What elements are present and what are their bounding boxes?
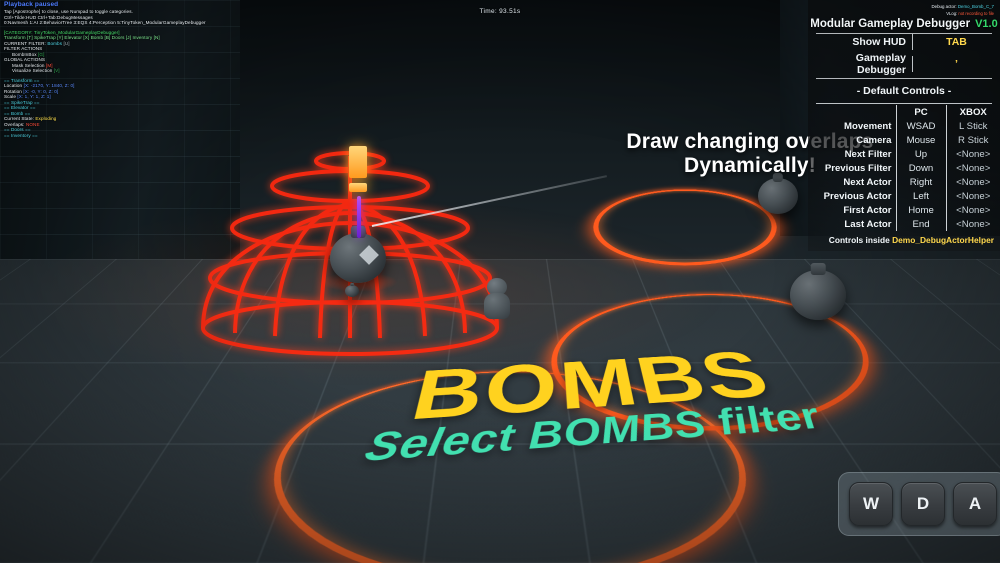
- global-action-1-name: Visualize Selection: [12, 68, 53, 73]
- debugger-info-panel: Debug actor: Demo_Bomb_C_7 VLog: not rec…: [808, 0, 1000, 251]
- row-3-pc: Down: [895, 161, 946, 175]
- bomb-actor-small: [345, 285, 359, 297]
- panel-meta: Debug actor: Demo_Bomb_C_7 VLog: not rec…: [808, 0, 1000, 17]
- table-row: Previous Actor Left <None>: [808, 189, 1000, 203]
- row-7-action: Last Actor: [844, 218, 892, 230]
- table-row: First Actor Home <None>: [808, 203, 1000, 217]
- controls-table: PC XBOX Movement WSAD L Stick Camera Mou…: [808, 105, 1000, 231]
- table-row: Camera Mouse R Stick: [808, 133, 1000, 147]
- game-viewport: BOMBS Select BOMBS filter Draw changing …: [0, 0, 1000, 563]
- panel-title: Modular Gameplay Debugger: [810, 18, 971, 30]
- vlog-value: not recording to file: [958, 10, 994, 16]
- row-2-action: Next Filter: [844, 148, 892, 160]
- controls-divider: [816, 103, 992, 104]
- row-0-pc: WSAD: [895, 119, 946, 133]
- binding-gameplay-debugger-value: ’: [912, 56, 1000, 72]
- bomb-overlaps-value: NONE: [25, 121, 40, 127]
- key-a[interactable]: A: [953, 482, 997, 526]
- table-row: Next Actor Right <None>: [808, 175, 1000, 189]
- controls-table-body: Movement WSAD L Stick Camera Mouse R Sti…: [808, 119, 1000, 231]
- row-1-action: Camera: [856, 134, 892, 146]
- controls-col-pc: PC: [895, 105, 946, 119]
- row-4-xbox: <None>: [945, 175, 1000, 189]
- key-indicator-widget: W D A: [838, 472, 1000, 536]
- global-action-0-key: [M]: [45, 62, 53, 68]
- current-filter-label: CURRENT FILTER:: [4, 40, 46, 46]
- character-body: [484, 293, 510, 319]
- binding-gameplay-debugger[interactable]: Gameplay Debugger ’: [808, 50, 1000, 78]
- table-row: Last Actor End <None>: [808, 217, 1000, 231]
- section-inventory: == Inventory ==: [4, 132, 38, 138]
- panel-footnote: Controls inside Demo_DebugActorHelper: [808, 231, 1000, 245]
- row-0-xbox: L Stick: [945, 119, 1000, 133]
- footnote-prefix: Controls inside: [828, 235, 890, 245]
- row-1-pc: Mouse: [895, 133, 946, 147]
- row-5-xbox: <None>: [945, 189, 1000, 203]
- transform-scale-value: [X: 1, Y: 1, Z: 1]: [17, 94, 51, 99]
- row-2-pc: Up: [895, 147, 946, 161]
- key-d[interactable]: D: [901, 482, 945, 526]
- row-7-pc: End: [895, 217, 946, 231]
- exclamation-icon: [349, 146, 367, 192]
- filter-action-0-key: [G]: [38, 51, 45, 57]
- bomb-overlaps-label: Overlaps:: [4, 121, 25, 127]
- row-6-xbox: <None>: [945, 203, 1000, 217]
- row-1-xbox: R Stick: [945, 133, 1000, 147]
- footnote-target: Demo_DebugActorHelper: [892, 235, 994, 245]
- bomb-state-label: Current State:: [4, 116, 34, 121]
- binding-show-hud-label: Show HUD: [852, 36, 906, 48]
- row-3-action: Previous Filter: [824, 162, 892, 174]
- transform-location-label: Location: [4, 83, 23, 88]
- transform-rotation-label: Rotation: [4, 88, 22, 94]
- key-w[interactable]: W: [849, 482, 893, 526]
- binding-show-hud[interactable]: Show HUD TAB: [808, 34, 1000, 50]
- controls-col-action: [808, 105, 896, 119]
- table-row: Movement WSAD L Stick: [808, 119, 1000, 133]
- panel-version: V1.0: [975, 18, 998, 30]
- global-action-0-name: Mask Selection: [12, 62, 45, 68]
- row-5-pc: Left: [895, 189, 946, 203]
- row-6-action: First Actor: [843, 204, 892, 216]
- global-action-1: Visualize Selection [V]: [0, 68, 240, 74]
- table-row: Next Filter Up <None>: [808, 147, 1000, 161]
- debug-header: Playback paused: [4, 1, 59, 8]
- current-filter-value: Bombs: [47, 40, 63, 46]
- controls-table-head: PC XBOX: [808, 105, 1000, 119]
- player-character: [480, 278, 514, 322]
- transform-location-value: [X: -2170, Y: 1840, Z: 0]: [23, 83, 75, 88]
- transform-rotation-value: [X: -0, Y: 0, Z: 0]: [23, 88, 59, 94]
- transform-scale-label: Scale: [4, 94, 16, 99]
- playback-timer: Time: 93.51s: [479, 8, 521, 15]
- bomb-state-value: Exploding: [35, 116, 57, 121]
- current-filter-key: [U]: [63, 40, 70, 46]
- table-row: Previous Filter Down <None>: [808, 161, 1000, 175]
- row-2-xbox: <None>: [945, 147, 1000, 161]
- bomb-fuse-beam: [357, 196, 361, 238]
- row-5-action: Previous Actor: [823, 190, 892, 202]
- binding-show-hud-value: TAB: [912, 34, 1000, 50]
- bomb-actor-selected: [330, 233, 386, 283]
- panel-title-row: Modular Gameplay Debugger V1.0: [808, 17, 1000, 33]
- binding-gameplay-debugger-label: Gameplay Debugger: [855, 52, 906, 76]
- bomb-actor-far-right: [758, 178, 798, 214]
- row-4-action: Next Actor: [843, 176, 892, 188]
- row-6-pc: Home: [895, 203, 946, 217]
- row-4-pc: Right: [895, 175, 946, 189]
- global-action-1-key: [V]: [53, 68, 60, 73]
- controls-title: - Default Controls -: [856, 85, 952, 97]
- vlog-label: VLog:: [946, 10, 958, 16]
- bomb-actor-right: [790, 270, 846, 320]
- row-3-xbox: <None>: [945, 161, 1000, 175]
- filter-action-0-name: BombInBox: [12, 51, 37, 57]
- controls-col-xbox: XBOX: [945, 105, 1000, 119]
- row-7-xbox: <None>: [945, 217, 1000, 231]
- debug-actor-label: Debug actor:: [931, 4, 957, 9]
- row-0-action: Movement: [844, 120, 892, 132]
- controls-header-row: PC XBOX: [808, 105, 1000, 119]
- debug-actor-value: Demo_Bomb_C_7: [957, 4, 994, 9]
- debug-help-line-2: 0:Navmesh 1:AI 2:BehaviorTree 3:EQS 4:Pe…: [4, 20, 206, 25]
- gameplay-debugger-overlay: Playback paused Tap [Apostrophe] to clos…: [0, 0, 240, 138]
